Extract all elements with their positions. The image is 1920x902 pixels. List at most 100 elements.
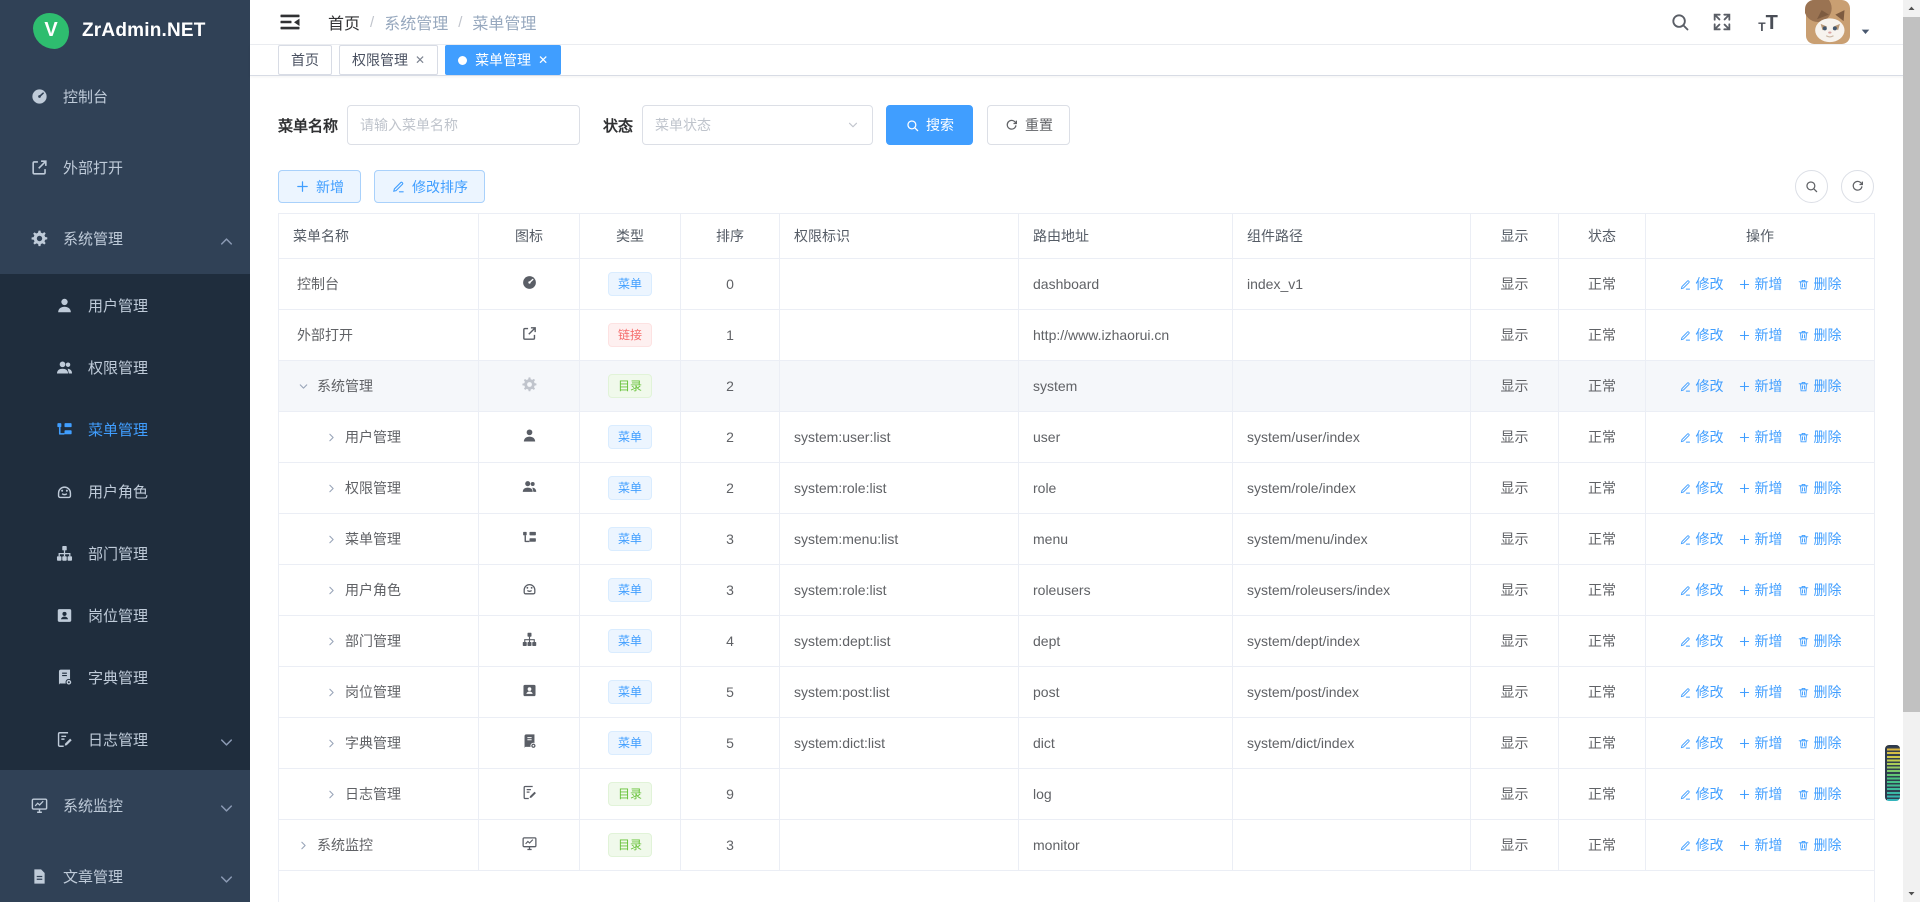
- row-op-edit-link[interactable]: 修改: [1679, 325, 1724, 345]
- row-op-delete-link[interactable]: 删除: [1797, 325, 1842, 345]
- row-expand-toggle[interactable]: [325, 635, 345, 648]
- row-op-add-link[interactable]: 新增: [1738, 478, 1783, 498]
- row-op-add-link[interactable]: 新增: [1738, 427, 1783, 447]
- sidebar-item-external[interactable]: 外部打开: [0, 132, 250, 203]
- row-op-delete-link[interactable]: 删除: [1797, 631, 1842, 651]
- row-op-add-link[interactable]: 新增: [1738, 631, 1783, 651]
- status-cell: 正常: [1559, 514, 1646, 565]
- trash-icon: [1797, 533, 1810, 546]
- sidebar-item-role[interactable]: 权限管理: [0, 336, 250, 398]
- status-cell: 正常: [1559, 667, 1646, 718]
- row-op-delete-link[interactable]: 删除: [1797, 784, 1842, 804]
- sidebar-item-dashboard[interactable]: 控制台: [0, 61, 250, 132]
- status-select[interactable]: 菜单状态: [642, 105, 873, 145]
- sidebar-item-log[interactable]: 日志管理: [0, 708, 250, 770]
- scrollbar-thumb[interactable]: [1903, 17, 1920, 712]
- row-op-delete-link[interactable]: 删除: [1797, 427, 1842, 447]
- row-op-delete-link[interactable]: 删除: [1797, 580, 1842, 600]
- menu-name-cell: 字典管理: [345, 733, 401, 753]
- row-op-edit-link[interactable]: 修改: [1679, 784, 1724, 804]
- order-cell: 3: [681, 820, 780, 871]
- row-op-add-link[interactable]: 新增: [1738, 325, 1783, 345]
- row-expand-toggle[interactable]: [325, 431, 345, 444]
- sidebar-item-roleusers[interactable]: 用户角色: [0, 460, 250, 522]
- tab-权限管理[interactable]: 权限管理✕: [339, 45, 438, 75]
- sidebar-item-dict[interactable]: 字典管理: [0, 646, 250, 708]
- table-refresh-button[interactable]: [1841, 170, 1874, 203]
- tab-close-icon[interactable]: ✕: [538, 53, 548, 67]
- row-op-edit-link[interactable]: 修改: [1679, 682, 1724, 702]
- sidebar-item-dept[interactable]: 部门管理: [0, 522, 250, 584]
- row-op-delete-link[interactable]: 删除: [1797, 733, 1842, 753]
- sidebar-item-user[interactable]: 用户管理: [0, 274, 250, 336]
- path-cell: log: [1019, 769, 1233, 820]
- row-op-add-link[interactable]: 新增: [1738, 733, 1783, 753]
- row-op-delete-link[interactable]: 删除: [1797, 529, 1842, 549]
- menu-name-input[interactable]: 请输入菜单名称: [347, 105, 580, 145]
- sidebar-item-system[interactable]: 系统管理: [0, 203, 250, 274]
- row-op-edit-link[interactable]: 修改: [1679, 580, 1724, 600]
- sidebar-item-article[interactable]: 文章管理: [0, 841, 250, 902]
- row-op-delete-link[interactable]: 删除: [1797, 274, 1842, 294]
- row-collapse-toggle[interactable]: [297, 380, 317, 393]
- ops-cell: 修改新增删除: [1646, 259, 1875, 310]
- row-op-edit-link[interactable]: 修改: [1679, 274, 1724, 294]
- breadcrumb-item[interactable]: 首页: [328, 10, 360, 34]
- search-submit-button[interactable]: 搜索: [886, 105, 973, 145]
- edit-sort-button[interactable]: 修改排序: [374, 170, 485, 203]
- row-op-edit-link[interactable]: 修改: [1679, 835, 1724, 855]
- row-op-edit-link[interactable]: 修改: [1679, 733, 1724, 753]
- external-link-icon: [30, 158, 49, 177]
- search-button[interactable]: [1669, 11, 1691, 33]
- avatar[interactable]: [1805, 0, 1851, 44]
- org-tree-icon: [55, 544, 74, 563]
- chevron-right-icon: [325, 788, 338, 801]
- row-op-add-link[interactable]: 新增: [1738, 784, 1783, 804]
- type-tag: 菜单: [608, 680, 652, 704]
- tab-菜单管理[interactable]: 菜单管理✕: [445, 45, 561, 75]
- scroll-down-arrow-icon[interactable]: [1903, 885, 1920, 902]
- row-op-add-link[interactable]: 新增: [1738, 580, 1783, 600]
- user-menu-caret-icon[interactable]: [1859, 25, 1872, 38]
- row-expand-toggle[interactable]: [325, 482, 345, 495]
- row-op-delete-link[interactable]: 删除: [1797, 478, 1842, 498]
- row-expand-toggle[interactable]: [325, 788, 345, 801]
- row-op-add-link[interactable]: 新增: [1738, 376, 1783, 396]
- row-expand-toggle[interactable]: [325, 533, 345, 546]
- row-expand-toggle[interactable]: [325, 737, 345, 750]
- type-tag: 菜单: [608, 527, 652, 551]
- table-search-toggle-button[interactable]: [1795, 170, 1828, 203]
- sidebar-item-post[interactable]: 岗位管理: [0, 584, 250, 646]
- row-op-edit-link[interactable]: 修改: [1679, 376, 1724, 396]
- tab-close-icon[interactable]: ✕: [415, 53, 425, 67]
- brand[interactable]: V ZrAdmin.NET: [0, 0, 250, 61]
- sidebar-item-menu[interactable]: 菜单管理: [0, 398, 250, 460]
- font-size-button[interactable]: TT: [1753, 11, 1783, 33]
- row-op-edit-link[interactable]: 修改: [1679, 427, 1724, 447]
- add-button[interactable]: 新增: [278, 170, 361, 203]
- row-expand-toggle[interactable]: [325, 584, 345, 597]
- row-op-add-link[interactable]: 新增: [1738, 682, 1783, 702]
- row-op-edit-link[interactable]: 修改: [1679, 478, 1724, 498]
- row-op-add-link[interactable]: 新增: [1738, 835, 1783, 855]
- floating-extension-widget[interactable]: [1885, 745, 1900, 801]
- trash-icon: [1797, 686, 1810, 699]
- row-op-add-link[interactable]: 新增: [1738, 274, 1783, 294]
- row-op-delete-link[interactable]: 删除: [1797, 835, 1842, 855]
- sidebar-item-monitor[interactable]: 系统监控: [0, 770, 250, 841]
- row-op-add-link[interactable]: 新增: [1738, 529, 1783, 549]
- row-op-delete-link[interactable]: 删除: [1797, 376, 1842, 396]
- tab-首页[interactable]: 首页: [278, 45, 332, 75]
- row-op-delete-link[interactable]: 删除: [1797, 682, 1842, 702]
- row-op-edit-link[interactable]: 修改: [1679, 631, 1724, 651]
- row-expand-toggle[interactable]: [297, 839, 317, 852]
- row-op-edit-link[interactable]: 修改: [1679, 529, 1724, 549]
- scroll-up-arrow-icon[interactable]: [1903, 0, 1920, 17]
- reset-button[interactable]: 重置: [987, 105, 1070, 145]
- page-scrollbar[interactable]: [1903, 0, 1920, 902]
- row-expand-toggle[interactable]: [325, 686, 345, 699]
- fullscreen-button[interactable]: [1711, 11, 1733, 33]
- edit-icon: [1679, 635, 1692, 648]
- op-label: 修改: [1696, 427, 1724, 447]
- sidebar-collapse-button[interactable]: [278, 10, 302, 34]
